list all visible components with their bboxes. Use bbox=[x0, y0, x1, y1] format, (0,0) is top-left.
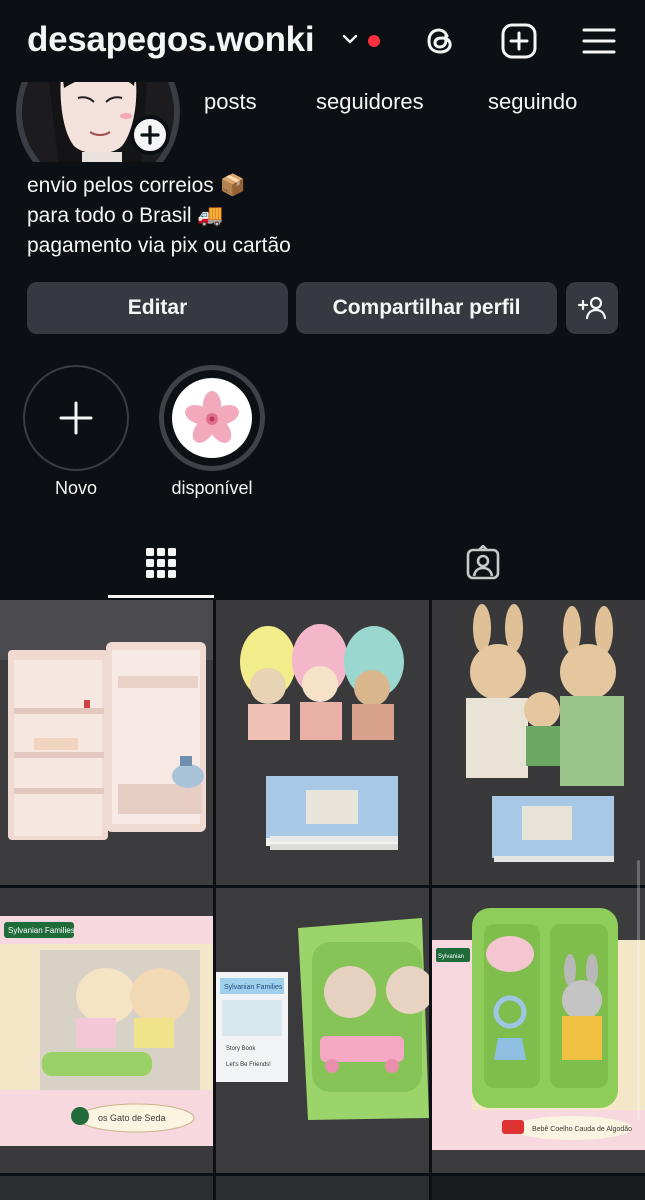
chevron-down-icon[interactable] bbox=[341, 30, 359, 48]
followers-stat-label[interactable]: seguidores bbox=[316, 89, 424, 115]
book-brand-text: Sylvanian Families bbox=[224, 984, 283, 991]
post-tile-partial[interactable] bbox=[216, 1176, 429, 1200]
post-tile-partial[interactable] bbox=[432, 1176, 645, 1200]
add-person-icon bbox=[577, 296, 607, 320]
cherry-blossom-icon bbox=[172, 378, 252, 458]
following-stat-label[interactable]: seguindo bbox=[488, 89, 577, 115]
box-caption-text: os Gato de Seda bbox=[98, 1113, 166, 1123]
edit-profile-button[interactable]: Editar bbox=[27, 282, 288, 334]
notification-dot bbox=[368, 35, 380, 47]
profile-username[interactable]: desapegos.wonki bbox=[27, 20, 315, 60]
post-tile-babies[interactable] bbox=[216, 600, 429, 885]
discover-people-button[interactable] bbox=[566, 282, 618, 334]
post-tile-fridge[interactable] bbox=[0, 600, 213, 885]
box-brand-text: Sylvanian Families bbox=[8, 926, 75, 935]
threads-icon[interactable] bbox=[421, 22, 459, 60]
plus-icon bbox=[59, 401, 93, 435]
plus-icon bbox=[140, 125, 160, 145]
share-profile-button[interactable]: Compartilhar perfil bbox=[296, 282, 557, 334]
bio-line-1: envio pelos correios 📦 bbox=[27, 174, 246, 197]
menu-icon[interactable] bbox=[580, 22, 618, 60]
top-bar: desapegos.wonki bbox=[0, 0, 645, 82]
grid-icon[interactable] bbox=[143, 545, 179, 581]
highlight-label-new: Novo bbox=[54, 478, 98, 498]
create-post-icon[interactable] bbox=[500, 22, 538, 60]
bio-line-3: pagamento via pix ou cartão bbox=[27, 234, 291, 257]
book-caption-2: Let's Be Friends! bbox=[226, 1062, 271, 1068]
highlight-label-disponivel: disponível bbox=[171, 478, 253, 498]
posts-grid: Sylvanian Families os Gato de Seda Sylva… bbox=[0, 600, 645, 1200]
new-highlight-button[interactable] bbox=[23, 365, 129, 471]
box-brand-text: Sylvanian bbox=[438, 954, 464, 960]
posts-stat-label[interactable]: posts bbox=[204, 89, 257, 115]
bio-line-2: para todo o Brasil 🚚 bbox=[27, 204, 224, 227]
box-caption-text: Bebê Coelho Cauda de Algodão bbox=[532, 1126, 632, 1133]
post-tile-cottontail-rabbit[interactable]: Sylvanian Bebê Coelho Cauda de Algodão bbox=[432, 888, 645, 1173]
active-tab-indicator bbox=[108, 595, 214, 598]
book-caption-1: Story Book bbox=[226, 1046, 256, 1052]
scrollbar[interactable] bbox=[637, 860, 640, 1120]
post-tile-partial[interactable] bbox=[0, 1176, 213, 1200]
post-tile-rabbit-family[interactable] bbox=[432, 600, 645, 885]
add-story-button[interactable] bbox=[130, 115, 170, 155]
post-tile-sheep-twins[interactable]: Sylvanian Families Story Book Let's Be F… bbox=[216, 888, 429, 1173]
highlight-disponivel[interactable] bbox=[159, 365, 265, 471]
post-tile-silk-cats[interactable]: Sylvanian Families os Gato de Seda bbox=[0, 888, 213, 1173]
tagged-person-icon[interactable] bbox=[465, 545, 501, 581]
